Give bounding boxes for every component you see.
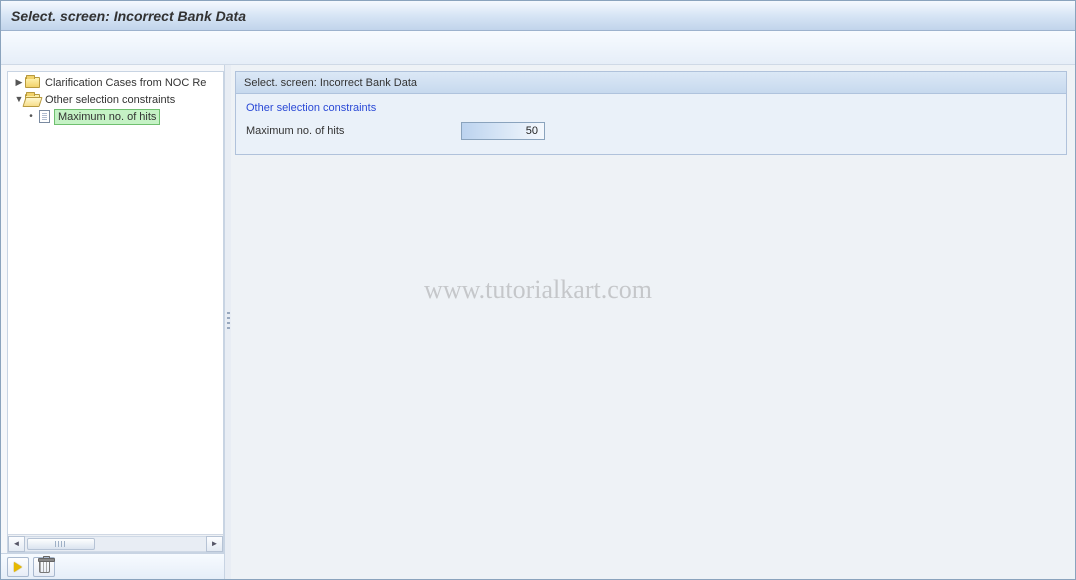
max-hits-input[interactable] (461, 122, 545, 140)
play-icon (14, 562, 22, 572)
folder-open-icon (24, 93, 40, 107)
app-window: Select. screen: Incorrect Bank Data ▶ Cl… (0, 0, 1076, 580)
scroll-right-button[interactable]: ► (206, 536, 223, 552)
title-bar: Select. screen: Incorrect Bank Data (1, 1, 1075, 31)
tree-node-max-hits[interactable]: • Maximum no. of hits (8, 108, 223, 125)
folder-closed-icon (24, 76, 40, 90)
section-title: Other selection constraints (246, 102, 1056, 114)
scroll-thumb[interactable] (27, 538, 95, 550)
sidebar: ▶ Clarification Cases from NOC Re ▼ Othe… (1, 65, 225, 579)
tree-node-clarification[interactable]: ▶ Clarification Cases from NOC Re (8, 74, 223, 91)
sidebar-footer (1, 553, 224, 579)
document-icon (36, 110, 52, 124)
tree: ▶ Clarification Cases from NOC Re ▼ Othe… (8, 72, 223, 532)
panel-title: Select. screen: Incorrect Bank Data (244, 77, 417, 89)
execute-button[interactable] (7, 557, 29, 577)
toolbar-area (1, 31, 1075, 65)
scroll-left-button[interactable]: ◄ (8, 536, 25, 552)
delete-button[interactable] (33, 557, 55, 577)
main-area: Select. screen: Incorrect Bank Data Othe… (231, 65, 1075, 579)
tree-container: ▶ Clarification Cases from NOC Re ▼ Othe… (7, 71, 224, 553)
tree-label-selected: Maximum no. of hits (54, 109, 160, 125)
expand-icon[interactable]: ▶ (14, 78, 24, 87)
form-row-max-hits: Maximum no. of hits (246, 122, 1056, 140)
panel-body: Other selection constraints Maximum no. … (236, 94, 1066, 154)
tree-node-other-constraints[interactable]: ▼ Other selection constraints (8, 91, 223, 108)
body-split: ▶ Clarification Cases from NOC Re ▼ Othe… (1, 65, 1075, 579)
scroll-track[interactable] (25, 536, 206, 552)
max-hits-label: Maximum no. of hits (246, 125, 461, 137)
tree-horizontal-scrollbar[interactable]: ◄ ► (8, 534, 223, 552)
tree-label: Clarification Cases from NOC Re (42, 76, 209, 90)
bullet-icon: • (26, 111, 36, 122)
selection-panel: Select. screen: Incorrect Bank Data Othe… (235, 71, 1067, 155)
panel-header: Select. screen: Incorrect Bank Data (236, 72, 1066, 94)
tree-label: Other selection constraints (42, 93, 178, 107)
splitter-dots-icon (227, 312, 230, 332)
window-title: Select. screen: Incorrect Bank Data (11, 8, 246, 24)
trash-icon (39, 561, 50, 573)
